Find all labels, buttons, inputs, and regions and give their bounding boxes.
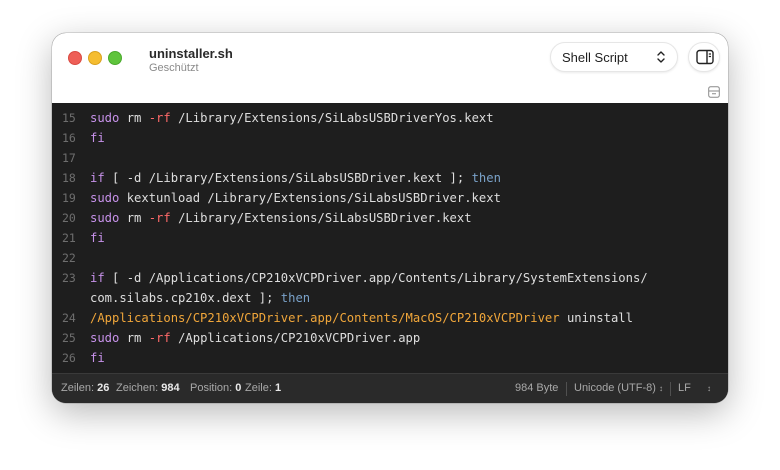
code-token: sudo xyxy=(90,191,120,205)
code-token: rm xyxy=(119,211,149,225)
code-line: 20 sudo rm -rf /Library/Extensions/SiLabs… xyxy=(52,208,728,228)
code-text[interactable]: /Applications/CP210xVCPDriver.app/Conten… xyxy=(90,308,633,328)
line-number: 26 xyxy=(62,351,76,365)
code-line: 26 fi xyxy=(52,348,728,368)
status-divider xyxy=(566,382,567,396)
code-line: 23 if [ -d /Applications/CP210xVCPDriver.… xyxy=(52,268,728,288)
line-ending-chevron-icon[interactable]: ↕ xyxy=(707,384,711,393)
code-line: 24/Applications/CP210xVCPDriver.app/Cont… xyxy=(52,308,728,328)
language-select-label: Shell Script xyxy=(562,50,628,65)
code-token: sudo xyxy=(90,331,120,345)
line-number: 23 xyxy=(62,271,76,285)
code-token: uninstall xyxy=(559,311,633,325)
code-token: /Applications/CP210xVCPDriver.app xyxy=(170,331,421,345)
code-token: if xyxy=(90,171,105,185)
code-token: -rf xyxy=(148,111,171,125)
code-token: com.silabs.cp210x.dext ]; xyxy=(90,291,281,305)
code-text[interactable]: sudo rm -rf /Applications/CP210xVCPDrive… xyxy=(90,328,420,348)
code-token: [ -d /Library/Extensions/SiLabsUSBDriver… xyxy=(104,171,472,185)
document-title[interactable]: uninstaller.sh xyxy=(149,46,233,61)
editor-window: uninstaller.sh Geschützt Shell Script 15… xyxy=(52,33,728,403)
code-token: kextunload /Library/Extensions/SiLabsUSB… xyxy=(119,191,501,205)
code-token: fi xyxy=(90,351,105,365)
code-token: /Library/Extensions/SiLabsUSBDriverYos.k… xyxy=(170,111,494,125)
code-line: com.silabs.cp210x.dext ]; then xyxy=(52,288,728,308)
code-line: 25 sudo rm -rf /Applications/CP210xVCPDri… xyxy=(52,328,728,348)
code-text[interactable]: sudo kextunload /Library/Extensions/SiLa… xyxy=(90,188,501,208)
zoom-window-button[interactable] xyxy=(108,51,122,65)
cursor-position: Position: 0 xyxy=(190,382,242,394)
code-token: sudo xyxy=(90,211,120,225)
code-token: -rf xyxy=(148,331,171,345)
code-token: fi xyxy=(90,231,105,245)
code-token: sudo xyxy=(90,111,120,125)
code-line: 15 sudo rm -rf /Library/Extensions/SiLabs… xyxy=(52,108,728,128)
code-token: /Library/Extensions/SiLabsUSBDriver.kext xyxy=(170,211,472,225)
status-divider xyxy=(670,382,671,396)
title-bar: uninstaller.sh Geschützt Shell Script xyxy=(52,33,728,82)
code-line: 19 sudo kextunload /Library/Extensions/Si… xyxy=(52,188,728,208)
code-token: /Applications/CP210xVCPDriver.app/Conten… xyxy=(90,311,560,325)
status-bar: Zeilen: 26 Zeichen: 984 Position: 0 Zeil… xyxy=(52,373,728,403)
code-text[interactable]: fi xyxy=(90,228,105,248)
cursor-line: Zeile: 1 xyxy=(245,382,282,394)
minimize-window-button[interactable] xyxy=(88,51,102,65)
line-number: 22 xyxy=(62,251,76,265)
char-count: Zeichen: 984 xyxy=(116,382,180,394)
encoding-select[interactable]: Unicode (UTF-8) ↕ xyxy=(574,382,663,394)
code-text[interactable]: fi xyxy=(90,348,105,368)
line-number: 25 xyxy=(62,331,76,345)
line-number: 17 xyxy=(62,151,76,165)
code-token: rm xyxy=(119,331,149,345)
code-token: -rf xyxy=(148,211,171,225)
sidebar-toggle-button[interactable] xyxy=(688,42,720,72)
code-text[interactable]: fi xyxy=(90,128,105,148)
code-token: if xyxy=(90,271,105,285)
close-window-button[interactable] xyxy=(68,51,82,65)
code-line: 18 if [ -d /Library/Extensions/SiLabsUSBD… xyxy=(52,168,728,188)
encoding-chevron-icon: ↕ xyxy=(658,384,663,393)
info-bar xyxy=(52,81,728,103)
line-number: 21 xyxy=(62,231,76,245)
code-text[interactable]: if [ -d /Library/Extensions/SiLabsUSBDri… xyxy=(90,168,501,188)
up-down-chevron-icon xyxy=(657,51,665,63)
line-number: 15 xyxy=(62,111,76,125)
code-line: 17 xyxy=(52,148,728,168)
line-count: Zeilen: 26 xyxy=(61,382,110,394)
code-token: fi xyxy=(90,131,105,145)
code-editor[interactable]: 15 sudo rm -rf /Library/Extensions/SiLabs… xyxy=(52,103,728,373)
sidebar-toggle-icon xyxy=(696,49,714,65)
document-subtitle: Geschützt xyxy=(149,62,199,74)
line-number: 18 xyxy=(62,171,76,185)
code-text[interactable]: if [ -d /Applications/CP210xVCPDriver.ap… xyxy=(90,268,648,288)
code-line: 16 fi xyxy=(52,128,728,148)
code-token: rm xyxy=(119,111,149,125)
code-line: 21 fi xyxy=(52,228,728,248)
line-number: 19 xyxy=(62,191,76,205)
code-token: [ -d /Applications/CP210xVCPDriver.app/C… xyxy=(104,271,648,285)
file-size: 984 Byte xyxy=(515,382,559,394)
line-number: 20 xyxy=(62,211,76,225)
inspector-icon[interactable] xyxy=(708,86,720,98)
code-token: then xyxy=(280,291,311,305)
language-select[interactable]: Shell Script xyxy=(550,42,678,72)
line-ending-select[interactable]: LF xyxy=(678,382,691,394)
line-number: 24 xyxy=(62,311,76,325)
line-number: 16 xyxy=(62,131,76,145)
code-text[interactable]: sudo rm -rf /Library/Extensions/SiLabsUS… xyxy=(90,108,494,128)
code-text[interactable]: com.silabs.cp210x.dext ]; then xyxy=(90,288,310,308)
code-line: 22 xyxy=(52,248,728,268)
code-token: then xyxy=(471,171,501,185)
code-text[interactable]: sudo rm -rf /Library/Extensions/SiLabsUS… xyxy=(90,208,472,228)
